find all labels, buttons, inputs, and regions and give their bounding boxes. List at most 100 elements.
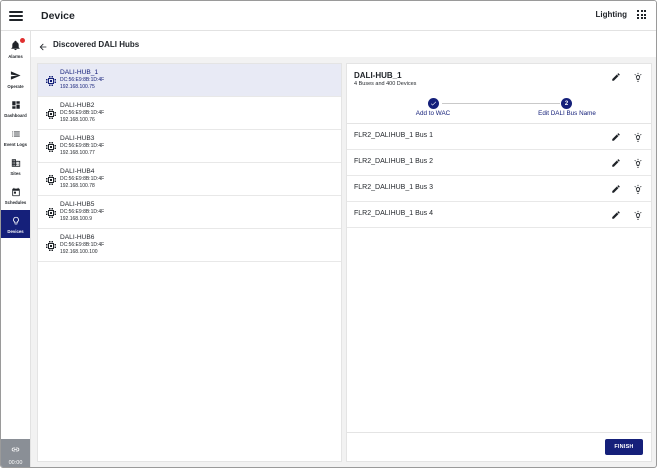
identify-light-icon[interactable]: [633, 72, 643, 82]
session-timer: 00:00: [1, 439, 30, 467]
calendar-icon: [10, 186, 22, 198]
hub-name: DALI-HUB2: [60, 102, 95, 109]
bus-list-item[interactable]: FLR2_DALIHUB_1 Bus 4: [347, 202, 651, 228]
alarm-badge: [19, 37, 25, 43]
hub-name: DALI-HUB_1: [60, 69, 99, 76]
top-bar: Device Lighting: [1, 1, 656, 31]
hub-list-item[interactable]: DALI-HUB3 DC:56:E9:8B:1D:4F 192.168.100.…: [38, 130, 341, 163]
link-icon: [11, 441, 20, 459]
bus-actions: [611, 184, 643, 194]
sidebar-item-operate[interactable]: Operate: [1, 65, 30, 93]
edit-pencil-icon[interactable]: [611, 132, 621, 142]
footer-divider: [347, 432, 651, 433]
detail-title: DALI-HUB_1: [354, 71, 402, 80]
app-title: Device: [41, 10, 75, 22]
list-icon: [10, 128, 22, 140]
chip-icon: [45, 173, 57, 185]
hub-ip: 192.168.100.76: [60, 117, 95, 123]
hub-mac: DC:56:E9:8B:1D:4F: [60, 110, 105, 116]
identify-light-icon[interactable]: [633, 158, 643, 168]
sidebar-item-label: Event Logs: [3, 141, 28, 147]
hub-mac: DC:56:E9:8B:1D:4F: [60, 242, 105, 248]
bus-name: FLR2_DALIHUB_1 Bus 4: [354, 210, 433, 217]
bus-name: FLR2_DALIHUB_1 Bus 3: [354, 184, 433, 191]
building-icon: [10, 157, 22, 169]
context-label[interactable]: Lighting: [595, 10, 627, 19]
hub-mac: DC:56:E9:8B:1D:4F: [60, 209, 105, 215]
send-icon: [10, 70, 22, 82]
app-grid-icon[interactable]: [637, 10, 646, 19]
bus-actions: [611, 210, 643, 220]
edit-pencil-icon[interactable]: [611, 72, 621, 82]
identify-light-icon[interactable]: [633, 132, 643, 142]
hub-name: DALI-HUB5: [60, 201, 95, 208]
sidebar-item-event-logs[interactable]: Event Logs: [1, 123, 30, 151]
edit-pencil-icon[interactable]: [611, 158, 621, 168]
sidebar-item-devices[interactable]: Devices: [1, 210, 30, 238]
hamburger-menu-icon[interactable]: [9, 9, 23, 23]
chip-icon: [45, 107, 57, 119]
hub-ip: 192.168.100.77: [60, 150, 95, 156]
page-title: Discovered DALI Hubs: [53, 40, 140, 49]
bus-list-item[interactable]: FLR2_DALIHUB_1 Bus 2: [347, 150, 651, 176]
hub-name: DALI-HUB4: [60, 168, 95, 175]
identify-light-icon[interactable]: [633, 184, 643, 194]
sidebar-item-schedules[interactable]: Schedules: [1, 181, 30, 209]
sidebar-item-alarms[interactable]: Alarms: [1, 35, 30, 63]
app-window: Device Lighting Alarms Operate Dashboard…: [0, 0, 657, 468]
bus-list-item[interactable]: FLR2_DALIHUB_1 Bus 1: [347, 124, 651, 150]
chip-icon: [45, 206, 57, 218]
edit-pencil-icon[interactable]: [611, 210, 621, 220]
sidebar-item-label: Devices: [7, 228, 24, 234]
bus-name: FLR2_DALIHUB_1 Bus 2: [354, 158, 433, 165]
page-header: Discovered DALI Hubs: [31, 31, 656, 57]
bus-actions: [611, 158, 643, 168]
step-connector: [442, 103, 560, 104]
sidebar-item-dashboard[interactable]: Dashboard: [1, 94, 30, 122]
step-label: Edit DALI Bus Name: [538, 110, 596, 117]
edit-pencil-icon[interactable]: [611, 184, 621, 194]
detail-subtitle: 4 Buses and 400 Devices: [354, 81, 417, 87]
sidebar-item-label: Schedules: [4, 199, 27, 205]
hub-mac: DC:56:E9:8B:1D:4F: [60, 143, 105, 149]
hub-list-item[interactable]: DALI-HUB5 DC:56:E9:8B:1D:4F 192.168.100.…: [38, 196, 341, 229]
step-number: 2: [561, 98, 572, 109]
hub-list-item[interactable]: DALI-HUB_1 DC:56:E9:8B:1D:4F 192.168.100…: [38, 64, 341, 97]
timer-value: 00:00: [8, 459, 23, 466]
bell-icon: [10, 37, 25, 52]
hub-info: DALI-HUB2 DC:56:E9:8B:1D:4F 192.168.100.…: [60, 102, 104, 124]
chip-icon: [45, 239, 57, 251]
hub-name: DALI-HUB3: [60, 135, 95, 142]
hub-ip: 192.168.100.100: [60, 249, 98, 255]
top-right-controls: Lighting: [595, 10, 646, 19]
hub-info: DALI-HUB5 DC:56:E9:8B:1D:4F 192.168.100.…: [60, 201, 104, 223]
hub-name: DALI-HUB6: [60, 234, 95, 241]
hub-info: DALI-HUB4 DC:56:E9:8B:1D:4F 192.168.100.…: [60, 168, 104, 190]
hub-list-item[interactable]: DALI-HUB6 DC:56:E9:8B:1D:4F 192.168.100.…: [38, 229, 341, 262]
bus-name: FLR2_DALIHUB_1 Bus 1: [354, 132, 433, 139]
hub-detail-panel: DALI-HUB_1 4 Buses and 400 Devices 2 Add…: [346, 63, 652, 462]
hub-mac: DC:56:E9:8B:1D:4F: [60, 176, 105, 182]
sidebar-item-label: Sites: [10, 170, 21, 176]
hub-ip: 192.168.100.78: [60, 183, 95, 189]
sidebar-item-sites[interactable]: Sites: [1, 152, 30, 180]
hub-ip: 192.168.100.75: [60, 84, 95, 90]
chip-icon: [45, 140, 57, 152]
progress-stepper: 2 Add to WAC Edit DALI Bus Name: [347, 96, 651, 120]
hub-list-item[interactable]: DALI-HUB2 DC:56:E9:8B:1D:4F 192.168.100.…: [38, 97, 341, 130]
hub-ip: 192.168.100.9: [60, 216, 92, 222]
hub-info: DALI-HUB6 DC:56:E9:8B:1D:4F 192.168.100.…: [60, 234, 104, 256]
back-arrow-icon[interactable]: [38, 39, 48, 51]
sidebar: Alarms Operate Dashboard Event Logs Site…: [1, 31, 31, 467]
finish-button[interactable]: FINISH: [605, 439, 643, 455]
hub-info: DALI-HUB_1 DC:56:E9:8B:1D:4F 192.168.100…: [60, 69, 104, 91]
step-done-check-icon: [428, 98, 439, 109]
detail-actions: [611, 72, 643, 82]
dashboard-icon: [10, 99, 22, 111]
hub-info: DALI-HUB3 DC:56:E9:8B:1D:4F 192.168.100.…: [60, 135, 104, 157]
sidebar-item-label: Operate: [7, 83, 24, 89]
sidebar-item-label: Alarms: [8, 53, 23, 59]
bus-list-item[interactable]: FLR2_DALIHUB_1 Bus 3: [347, 176, 651, 202]
identify-light-icon[interactable]: [633, 210, 643, 220]
hub-list-item[interactable]: DALI-HUB4 DC:56:E9:8B:1D:4F 192.168.100.…: [38, 163, 341, 196]
